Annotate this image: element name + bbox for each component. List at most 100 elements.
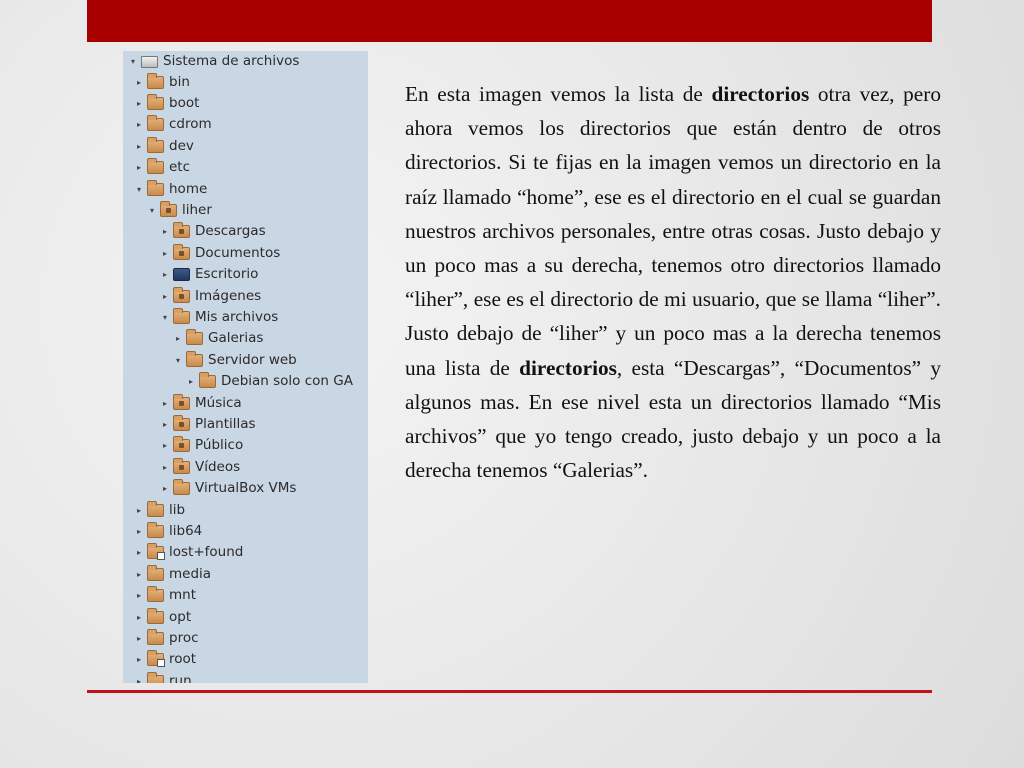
home-folder-icon: [160, 200, 177, 217]
tree-item-label: Servidor web: [208, 351, 297, 368]
chevron-right-icon[interactable]: ▸: [133, 78, 145, 87]
chevron-right-icon[interactable]: ▸: [133, 655, 145, 664]
desktop-folder-icon: [173, 268, 190, 282]
tree-item-m-sica[interactable]: ▸ Música: [159, 393, 242, 414]
tree-item-label: Mis archivos: [195, 308, 279, 325]
chevron-right-icon[interactable]: ▸: [133, 142, 145, 151]
chevron-right-icon[interactable]: ▸: [159, 441, 171, 450]
chevron-down-icon[interactable]: ▾: [146, 206, 158, 215]
tree-item-servidor-web[interactable]: ▾ Servidor web: [172, 350, 297, 371]
text-segment: otra vez, pero ahora vemos los directori…: [405, 82, 941, 380]
chevron-right-icon[interactable]: ▸: [133, 634, 145, 643]
tree-item-label: liher: [182, 201, 212, 218]
tree-item-boot[interactable]: ▸ boot: [133, 93, 199, 114]
tree-item-label: boot: [169, 94, 200, 111]
tree-item-descargas[interactable]: ▸ Descargas: [159, 221, 266, 242]
tree-item-label: etc: [169, 159, 191, 176]
chevron-right-icon[interactable]: ▸: [159, 249, 171, 258]
folder-icon: [147, 179, 164, 196]
tree-item-bin[interactable]: ▸ bin: [133, 72, 190, 93]
bottom-divider: [87, 690, 932, 693]
chevron-right-icon[interactable]: ▸: [172, 334, 184, 343]
chevron-right-icon[interactable]: ▸: [133, 548, 145, 557]
chevron-right-icon[interactable]: ▸: [185, 377, 197, 386]
tree-item-galerias[interactable]: ▸ Galerias: [172, 328, 263, 349]
tree-item-home[interactable]: ▾ home: [133, 179, 207, 200]
tree-item-root[interactable]: ▸ root: [133, 649, 196, 670]
chevron-right-icon[interactable]: ▸: [133, 99, 145, 108]
tree-item-im-genes[interactable]: ▸ Imágenes: [159, 286, 261, 307]
tree-item-label: Documentos: [195, 244, 281, 261]
tree-item-lib[interactable]: ▸ lib: [133, 500, 185, 521]
folder-icon: [173, 479, 190, 496]
chevron-down-icon[interactable]: ▾: [133, 185, 145, 194]
tree-item-label: run: [169, 672, 192, 683]
tree-item-dev[interactable]: ▸ dev: [133, 136, 194, 157]
folder-icon: [147, 158, 164, 175]
chevron-right-icon[interactable]: ▸: [133, 120, 145, 129]
tree-root-row[interactable]: ▾ Sistema de archivos: [127, 51, 299, 72]
chevron-right-icon[interactable]: ▸: [133, 613, 145, 622]
tree-item-opt[interactable]: ▸ opt: [133, 607, 191, 628]
tree-item-label: cdrom: [169, 116, 212, 133]
chevron-right-icon[interactable]: ▸: [159, 399, 171, 408]
tree-item-p-blico[interactable]: ▸ Público: [159, 435, 243, 456]
chevron-right-icon[interactable]: ▸: [133, 677, 145, 683]
tree-item-etc[interactable]: ▸ etc: [133, 157, 190, 178]
templates-folder-icon: [173, 414, 190, 431]
bold-term: directorios: [519, 355, 617, 380]
tree-item-proc[interactable]: ▸ proc: [133, 628, 199, 649]
chevron-right-icon[interactable]: ▸: [159, 484, 171, 493]
tree-item-escritorio[interactable]: ▸ Escritorio: [159, 264, 258, 285]
explanation-paragraph: En esta imagen vemos la lista de directo…: [405, 77, 941, 487]
chevron-right-icon[interactable]: ▸: [133, 570, 145, 579]
tree-item-plantillas[interactable]: ▸ Plantillas: [159, 414, 256, 435]
chevron-right-icon[interactable]: ▸: [133, 163, 145, 172]
chevron-down-icon[interactable]: ▾: [172, 356, 184, 365]
folder-icon: [147, 607, 164, 624]
tree-item-liher[interactable]: ▾ liher: [146, 200, 212, 221]
chevron-right-icon[interactable]: ▸: [159, 227, 171, 236]
folder-icon: [199, 372, 216, 389]
tree-item-mis-archivos[interactable]: ▾ Mis archivos: [159, 307, 278, 328]
tree-item-run[interactable]: ▸ run: [133, 671, 192, 683]
tree-item-media[interactable]: ▸ media: [133, 564, 211, 585]
folder-icon: [173, 307, 190, 324]
tree-item-label: VirtualBox VMs: [195, 480, 297, 497]
bold-term: directorios: [711, 82, 810, 106]
tree-item-label: Vídeos: [195, 458, 241, 475]
tree-root-label: Sistema de archivos: [163, 53, 300, 69]
tree-item-lib64[interactable]: ▸ lib64: [133, 521, 202, 542]
tree-item-label: Imágenes: [195, 287, 262, 304]
tree-item-label: root: [169, 651, 197, 668]
tree-item-virtualbox-vms[interactable]: ▸ VirtualBox VMs: [159, 478, 296, 499]
chevron-right-icon[interactable]: ▸: [159, 420, 171, 429]
chevron-right-icon[interactable]: ▸: [159, 463, 171, 472]
tree-item-lost-found[interactable]: ▸ lost+found: [133, 542, 243, 563]
tree-item-mnt[interactable]: ▸ mnt: [133, 585, 196, 606]
tree-item-label: lib64: [169, 522, 203, 539]
chevron-down-icon[interactable]: ▾: [127, 57, 139, 66]
folder-icon: [147, 586, 164, 603]
locked-folder-icon: [147, 543, 165, 561]
chevron-right-icon[interactable]: ▸: [133, 591, 145, 600]
chevron-right-icon[interactable]: ▸: [159, 292, 171, 301]
music-folder-icon: [173, 393, 190, 410]
top-accent-bar: [87, 0, 932, 42]
chevron-right-icon[interactable]: ▸: [133, 527, 145, 536]
folder-icon: [147, 564, 164, 581]
tree-item-documentos[interactable]: ▸ Documentos: [159, 243, 280, 264]
folder-icon: [147, 136, 164, 153]
tree-item-label: proc: [169, 629, 199, 646]
file-system-tree[interactable]: ▾ Sistema de archivos ▸ bin ▸ boot ▸ cdrom ▸ de…: [123, 51, 368, 683]
tree-item-label: Público: [195, 437, 244, 454]
tree-item-debian-solo-con-ga[interactable]: ▸ Debian solo con GA: [185, 371, 353, 392]
tree-item-label: lost+found: [169, 544, 244, 561]
folder-icon: [147, 115, 164, 132]
tree-item-v-deos[interactable]: ▸ Vídeos: [159, 457, 240, 478]
tree-item-cdrom[interactable]: ▸ cdrom: [133, 114, 212, 135]
chevron-right-icon[interactable]: ▸: [133, 506, 145, 515]
locked-folder-icon: [147, 650, 165, 668]
chevron-down-icon[interactable]: ▾: [159, 313, 171, 322]
chevron-right-icon[interactable]: ▸: [159, 270, 171, 279]
